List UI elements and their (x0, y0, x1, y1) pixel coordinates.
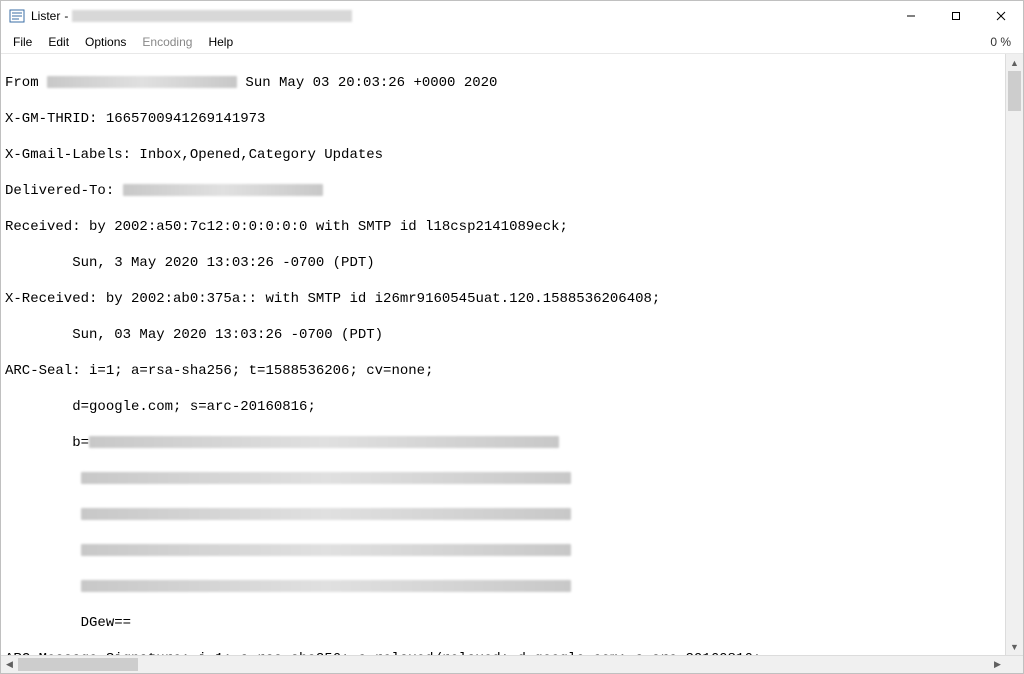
vscroll-track[interactable] (1006, 71, 1023, 638)
window-controls (888, 2, 1023, 31)
scroll-down-arrow-icon[interactable]: ▼ (1006, 638, 1023, 655)
vertical-scrollbar[interactable]: ▲ ▼ (1005, 54, 1023, 655)
app-name: Lister (31, 9, 60, 23)
minimize-button[interactable] (888, 2, 933, 31)
hscroll-thumb[interactable] (18, 658, 138, 671)
horizontal-scrollbar[interactable]: ◀ ▶ (1, 655, 1023, 673)
lister-window: Lister - File Edit Options Encoding Help… (0, 0, 1024, 674)
text-area[interactable]: From Sun May 03 20:03:26 +0000 2020 X-GM… (1, 54, 1005, 655)
scroll-left-arrow-icon[interactable]: ◀ (1, 656, 18, 673)
scroll-corner (1006, 656, 1023, 673)
close-button[interactable] (978, 2, 1023, 31)
percent-indicator: 0 % (982, 33, 1019, 51)
hscroll-track[interactable] (18, 656, 989, 673)
menubar: File Edit Options Encoding Help 0 % (1, 31, 1023, 54)
scroll-right-arrow-icon[interactable]: ▶ (989, 656, 1006, 673)
title-sep: - (64, 9, 68, 23)
title-filename-redacted (72, 10, 352, 22)
menu-edit[interactable]: Edit (40, 33, 77, 51)
content: From Sun May 03 20:03:26 +0000 2020 X-GM… (1, 54, 1023, 655)
maximize-button[interactable] (933, 2, 978, 31)
vscroll-thumb[interactable] (1008, 71, 1021, 111)
app-icon (9, 8, 25, 24)
titlebar: Lister - (1, 1, 1023, 31)
menu-help[interactable]: Help (200, 33, 241, 51)
menu-file[interactable]: File (5, 33, 40, 51)
menu-options[interactable]: Options (77, 33, 134, 51)
title-text: Lister - (31, 9, 352, 23)
scroll-up-arrow-icon[interactable]: ▲ (1006, 54, 1023, 71)
content-wrap: From Sun May 03 20:03:26 +0000 2020 X-GM… (1, 54, 1023, 673)
menu-encoding[interactable]: Encoding (134, 33, 200, 51)
